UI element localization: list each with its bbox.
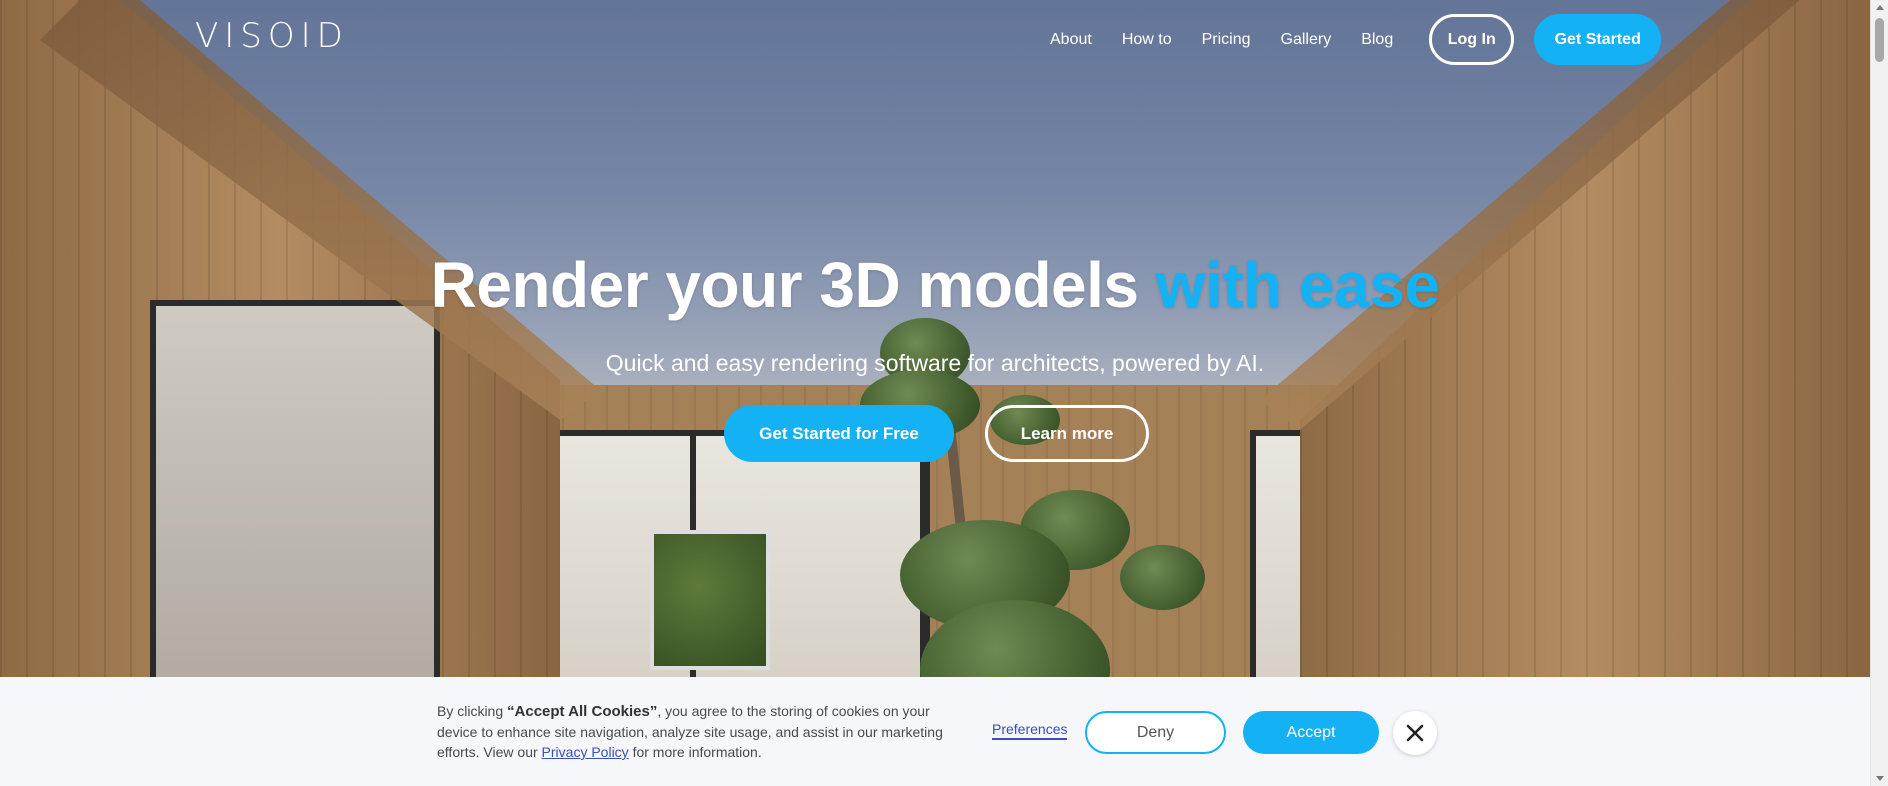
- cookie-text-prefix: By clicking: [437, 703, 508, 719]
- login-button[interactable]: Log In: [1429, 14, 1515, 65]
- vertical-scrollbar[interactable]: [1870, 0, 1888, 786]
- hero-subheadline: Quick and easy rendering software for ar…: [605, 350, 1265, 376]
- nav-link-blog[interactable]: Blog: [1361, 31, 1393, 49]
- headline-accent: with ease: [1155, 249, 1440, 321]
- learn-more-button[interactable]: Learn more: [985, 405, 1149, 462]
- scroll-down-arrow-icon[interactable]: [1876, 776, 1884, 781]
- tree-foliage: [1120, 545, 1205, 610]
- nav-link-pricing[interactable]: Pricing: [1202, 31, 1251, 49]
- nav-link-how-to[interactable]: How to: [1122, 31, 1172, 49]
- accept-button[interactable]: Accept: [1243, 711, 1379, 754]
- scrollbar-thumb[interactable]: [1875, 18, 1884, 62]
- deny-button[interactable]: Deny: [1085, 711, 1226, 754]
- nav-link-gallery[interactable]: Gallery: [1281, 31, 1332, 49]
- cookie-banner: By clicking “Accept All Cookies”, you ag…: [0, 677, 1870, 786]
- hero-headline: Render your 3D models with ease: [0, 248, 1870, 322]
- get-started-button[interactable]: Get Started: [1534, 14, 1662, 65]
- close-button[interactable]: [1393, 711, 1437, 755]
- hero-cta-row: Get Started for Free Learn more: [724, 405, 1149, 462]
- headline-main: Render your 3D models: [430, 249, 1156, 321]
- close-icon: [1406, 724, 1424, 742]
- hero-background-image: [0, 0, 1870, 786]
- logo[interactable]: VISOID: [195, 16, 349, 56]
- privacy-policy-link[interactable]: Privacy Policy: [542, 744, 629, 760]
- cookie-text-suffix: for more information.: [628, 744, 762, 760]
- main-nav: About How to Pricing Gallery Blog Log In…: [1050, 14, 1662, 65]
- cookie-message: By clicking “Accept All Cookies”, you ag…: [437, 701, 957, 762]
- cookie-text-bold: “Accept All Cookies”: [507, 703, 658, 720]
- window-view: [650, 530, 770, 670]
- nav-link-about[interactable]: About: [1050, 31, 1092, 49]
- get-started-free-button[interactable]: Get Started for Free: [724, 405, 954, 462]
- scroll-up-arrow-icon[interactable]: [1876, 5, 1884, 10]
- preferences-link[interactable]: Preferences: [992, 721, 1068, 740]
